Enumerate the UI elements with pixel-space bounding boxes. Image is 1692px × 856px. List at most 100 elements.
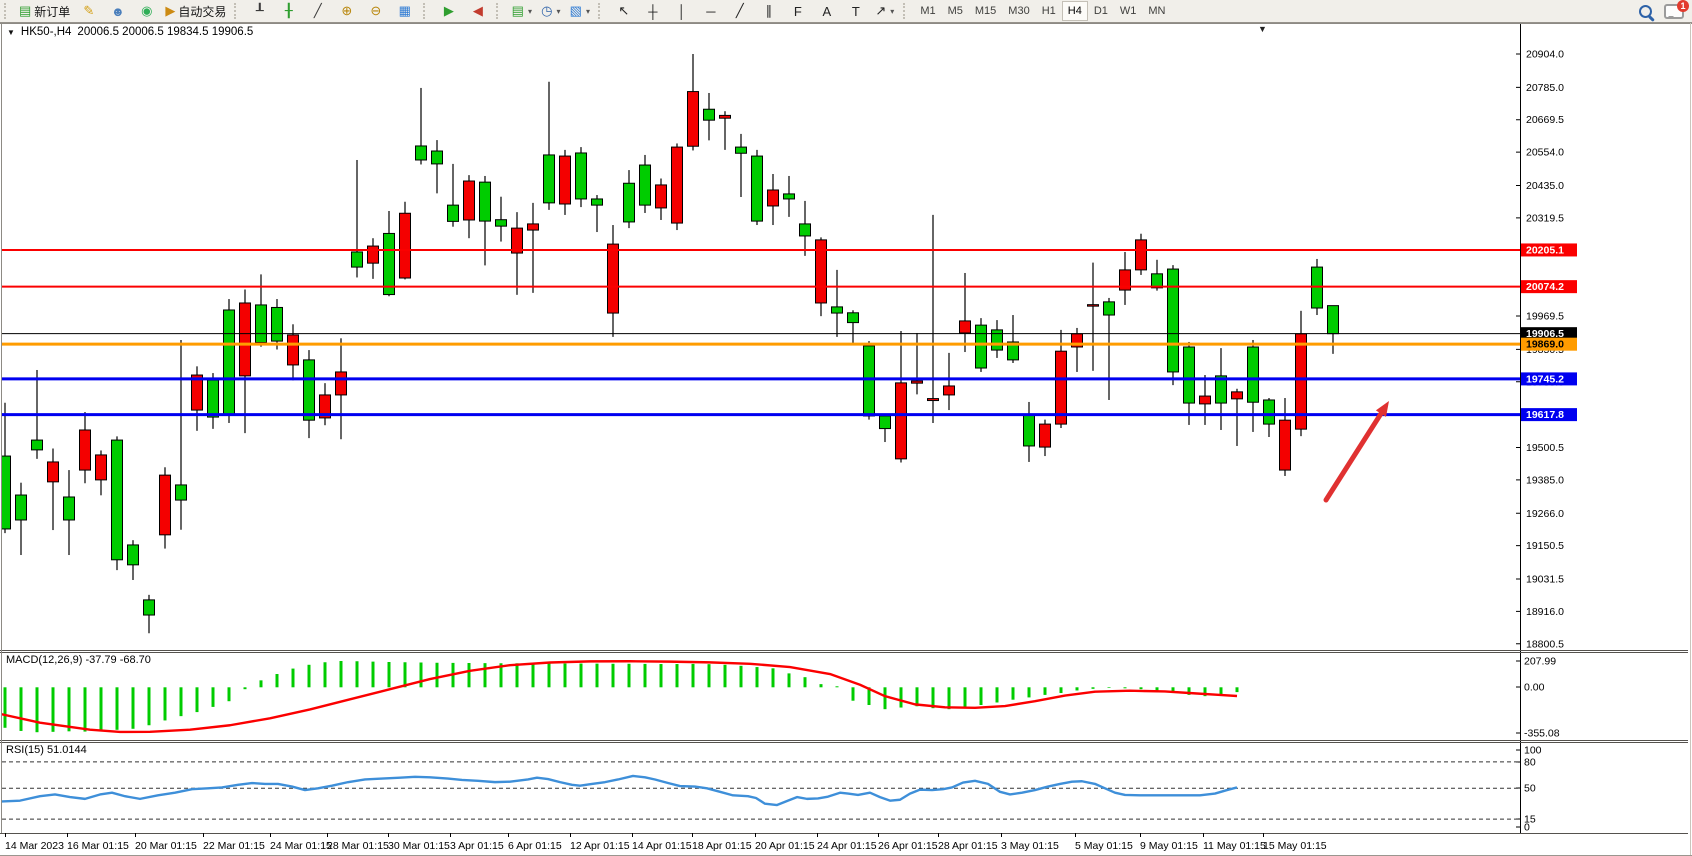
- candle-body: [1184, 347, 1195, 403]
- price-tick-label: 20669.5: [1526, 114, 1564, 126]
- price-tick-label: 18800.5: [1526, 638, 1564, 650]
- bar-chart-button[interactable]: ┸: [245, 0, 274, 22]
- timeframe-h1[interactable]: H1: [1036, 1, 1062, 21]
- candle-body: [1280, 420, 1291, 470]
- timeframe-w1[interactable]: W1: [1114, 1, 1143, 21]
- templates-button[interactable]: ▧▾: [565, 0, 594, 22]
- candle-body: [336, 372, 347, 395]
- timeframe-m5[interactable]: M5: [942, 1, 969, 21]
- chart-shift-button[interactable]: ◀: [463, 0, 492, 22]
- price-tick-label: 20319.5: [1526, 212, 1564, 224]
- trendline-button[interactable]: ╱: [725, 0, 754, 22]
- candle-body: [992, 330, 1003, 350]
- candle-body: [976, 325, 987, 368]
- label-button[interactable]: T: [841, 0, 870, 22]
- chart-marker-icon[interactable]: ▼: [1258, 24, 1267, 34]
- candle-body: [368, 246, 379, 263]
- profiles-icon: ◷: [541, 3, 552, 19]
- candle-body: [432, 151, 443, 164]
- time-tick-label: 28 Apr 01:15: [938, 840, 998, 852]
- time-tick-label: 15 May 01:15: [1263, 840, 1327, 852]
- chart-symbol-period: HK50-,H4: [21, 26, 72, 38]
- price-badge-label: 20205.1: [1526, 244, 1564, 256]
- profiles-button[interactable]: ◷▾: [536, 0, 565, 22]
- price-badge-label: 20074.2: [1526, 281, 1564, 293]
- candle-body: [704, 109, 715, 120]
- auto-scroll-button[interactable]: ▶: [434, 0, 463, 22]
- autotrading-icon: ▶: [165, 3, 175, 19]
- timeframe-d1[interactable]: D1: [1088, 1, 1114, 21]
- chevron-down-icon[interactable]: ▾: [528, 7, 532, 16]
- price-badge-label: 19745.2: [1526, 373, 1564, 385]
- fibonacci-icon: F: [794, 4, 802, 19]
- crosshair-icon: ┼: [648, 4, 657, 19]
- chart-canvas[interactable]: 20904.020785.020669.520554.020435.020319…: [0, 0, 1692, 856]
- search-icon[interactable]: [1639, 5, 1652, 18]
- candle-body: [272, 307, 283, 341]
- new-chart-button[interactable]: ▤▾: [507, 0, 536, 22]
- chat-icon[interactable]: 1: [1664, 4, 1684, 19]
- candle-body: [1232, 392, 1243, 399]
- toolbar-grip: [4, 3, 10, 19]
- zoom-out-button[interactable]: ⊖: [361, 0, 390, 22]
- chevron-down-icon[interactable]: ▾: [556, 7, 560, 16]
- autotrading-button[interactable]: ▶自动交易: [161, 0, 230, 22]
- cursor-button[interactable]: ↖: [609, 0, 638, 22]
- vertical-line-button[interactable]: │: [667, 0, 696, 22]
- chevron-down-icon[interactable]: ▾: [586, 7, 590, 16]
- candle-body: [1136, 240, 1147, 270]
- price-tick-label: 20554.0: [1526, 147, 1564, 159]
- timeframe-m15[interactable]: M15: [969, 1, 1002, 21]
- line-chart-button[interactable]: ╱: [303, 0, 332, 22]
- time-tick-label: 24 Mar 01:15: [270, 840, 332, 852]
- time-tick-label: 28 Mar 01:15: [327, 840, 389, 852]
- timeframe-m30[interactable]: M30: [1002, 1, 1035, 21]
- candle-body: [1200, 396, 1211, 404]
- time-tick-label: 5 May 01:15: [1075, 840, 1133, 852]
- signals-button[interactable]: ◉: [132, 0, 161, 22]
- channel-icon: ∥: [766, 3, 773, 19]
- candle-body: [448, 205, 459, 221]
- candle-body: [496, 220, 507, 226]
- candle-body: [224, 310, 235, 415]
- candle-body: [592, 199, 603, 205]
- timeframe-mn[interactable]: MN: [1142, 1, 1171, 21]
- new-order-button[interactable]: ▤新订单: [15, 0, 74, 22]
- candlestick-chart-button[interactable]: ╂: [274, 0, 303, 22]
- text-button[interactable]: A: [812, 0, 841, 22]
- timeframe-h4[interactable]: H4: [1062, 1, 1088, 21]
- styler-button[interactable]: ✎: [74, 0, 103, 22]
- price-tick-label: 19031.5: [1526, 574, 1564, 586]
- chart-ohlc-values: 20006.5 20006.5 19834.5 19906.5: [77, 26, 253, 38]
- time-tick-label: 6 Apr 01:15: [508, 840, 562, 852]
- rsi-tick-label: 0: [1524, 822, 1530, 834]
- text-icon: A: [822, 4, 831, 19]
- community-button[interactable]: ☻: [103, 0, 132, 22]
- fibonacci-button[interactable]: F: [783, 0, 812, 22]
- trendline-icon: ╱: [736, 3, 744, 19]
- time-tick-label: 24 Apr 01:15: [817, 840, 877, 852]
- crosshair-button[interactable]: ┼: [638, 0, 667, 22]
- zoom-in-button[interactable]: ⊕: [332, 0, 361, 22]
- toolbar: ▤新订单✎☻◉▶自动交易┸╂╱⊕⊖▦▶◀▤▾◷▾▧▾↖┼│─╱∥FAT↗▾M1M…: [0, 0, 1692, 23]
- collapse-icon[interactable]: ▼: [7, 28, 15, 37]
- candle-body: [1104, 302, 1115, 315]
- chevron-down-icon[interactable]: ▾: [890, 7, 894, 16]
- tile-windows-button[interactable]: ▦: [390, 0, 419, 22]
- horizontal-line-button[interactable]: ─: [696, 0, 725, 22]
- candlestick-chart-icon: ╂: [285, 3, 293, 19]
- time-tick-label: 30 Mar 01:15: [388, 840, 450, 852]
- arrows-icon: ↗: [875, 3, 886, 19]
- candle-body: [208, 380, 219, 417]
- candle-body: [304, 360, 315, 420]
- time-tick-label: 16 Mar 01:15: [67, 840, 129, 852]
- channel-button[interactable]: ∥: [754, 0, 783, 22]
- timeframe-m1[interactable]: M1: [914, 1, 941, 21]
- arrows-button[interactable]: ↗▾: [870, 0, 899, 22]
- candle-body: [880, 416, 891, 429]
- macd-tick-label: 0.00: [1524, 682, 1545, 694]
- candle-body: [96, 455, 107, 480]
- new-order-icon: ▤: [19, 3, 31, 19]
- signals-icon: ◉: [141, 3, 152, 19]
- candle-body: [176, 485, 187, 500]
